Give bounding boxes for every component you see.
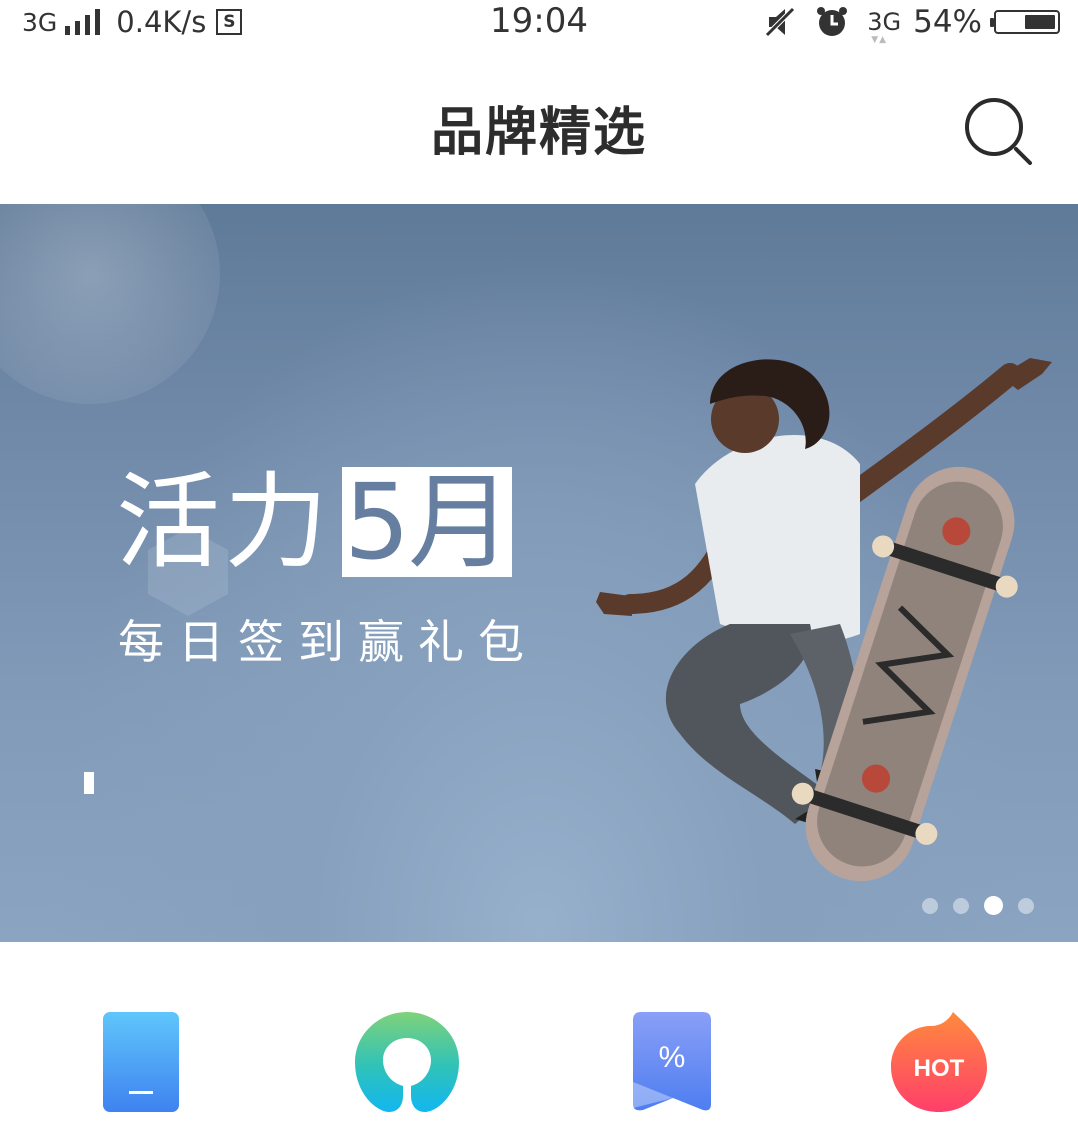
carousel-dot[interactable] xyxy=(953,897,969,914)
quick-entry-phone[interactable] xyxy=(103,1012,179,1116)
network-type-right-label: 3G xyxy=(867,8,902,36)
carousel-dot[interactable] xyxy=(1018,897,1034,914)
mute-icon xyxy=(763,5,797,39)
page-title: 品牌精选 xyxy=(430,103,647,163)
lens-flare xyxy=(0,204,220,404)
phone-icon xyxy=(103,1012,179,1112)
battery-percent: 54% xyxy=(913,4,982,40)
hot-flame-icon: HOT xyxy=(891,1012,987,1112)
search-button[interactable] xyxy=(962,94,1036,168)
banner-headline: 活力 5月 xyxy=(116,462,512,582)
quick-entry-coupon[interactable]: % xyxy=(633,1012,711,1116)
percent-coupon-icon: % xyxy=(633,1012,711,1111)
coupon-percent-label: % xyxy=(659,1041,686,1074)
headline-month: 5月 xyxy=(342,461,512,583)
carousel-dot-active[interactable] xyxy=(984,896,1003,915)
battery-icon xyxy=(990,10,1060,34)
app-header: 品牌精选 xyxy=(0,44,1078,204)
headline-word: 活力 xyxy=(116,461,333,583)
promo-banner[interactable]: 活力 5月 每日签到赢礼包 xyxy=(0,204,1078,942)
alarm-icon xyxy=(815,5,849,39)
quick-entry-brand[interactable] xyxy=(355,1012,459,1116)
leaf-logo-icon xyxy=(355,1012,459,1112)
carousel-dots xyxy=(922,896,1034,915)
battery-fill xyxy=(1025,15,1055,29)
banner-subtitle: 每日签到赢礼包 xyxy=(118,615,538,669)
status-bar: 3G 0.4K/s S 19:04 3G ▼▲ 54% xyxy=(0,0,1078,45)
quick-entry-row: % HOT xyxy=(0,1000,1078,1125)
network-type-right: 3G ▼▲ xyxy=(867,8,902,45)
search-icon xyxy=(965,98,1032,165)
carousel-dot[interactable] xyxy=(922,897,938,914)
hot-label: HOT xyxy=(914,1055,965,1082)
banner-edge-mark xyxy=(84,772,94,794)
status-right: 3G ▼▲ 54% xyxy=(763,0,1060,45)
quick-entry-hot[interactable]: HOT xyxy=(891,1012,987,1116)
skateboarder-illustration xyxy=(596,358,1052,882)
